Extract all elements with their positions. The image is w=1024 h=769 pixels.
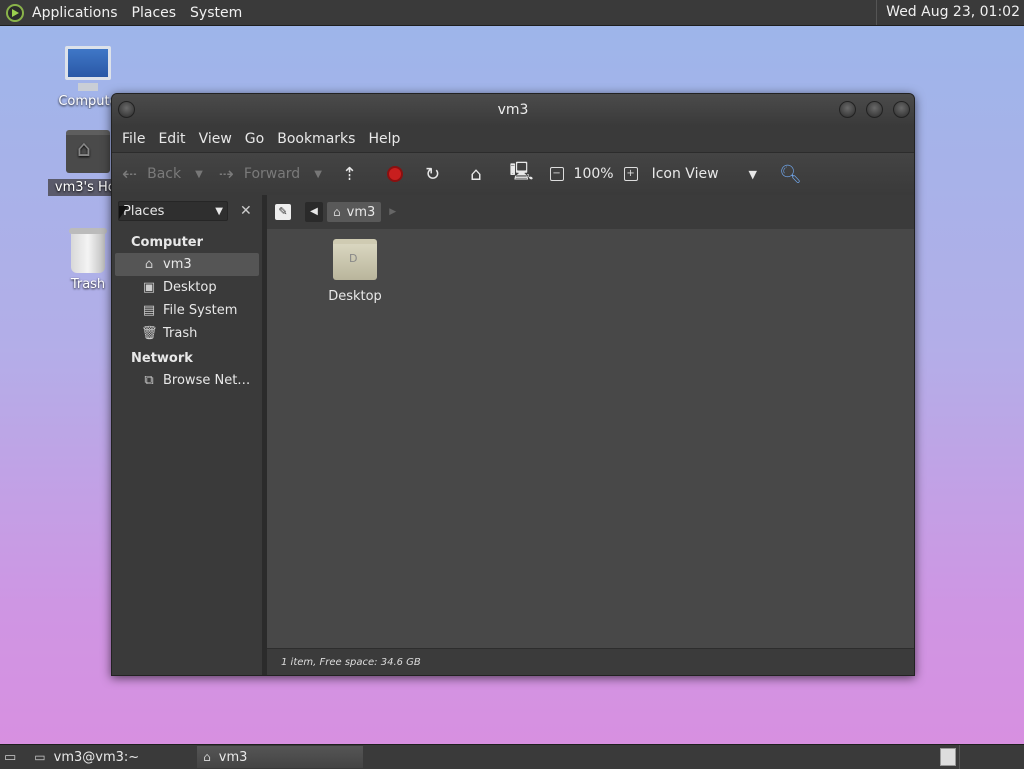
toolbar: ⇠ Back ▼ ⇢ Forward ▼ ⇡ ↻ ⌂ 🖳 − 100% + Ic… <box>112 152 914 196</box>
workspace-switcher-1[interactable] <box>940 748 956 766</box>
sidebar-item-label: Trash <box>163 326 198 341</box>
menu-file[interactable]: File <box>122 131 145 147</box>
taskbar-item-vm3[interactable]: ⌂ vm3 <box>197 746 364 768</box>
sidebar-item-label: vm3 <box>163 257 192 272</box>
up-button[interactable]: ⇡ <box>342 164 367 185</box>
back-button[interactable]: ⇠ Back ▼ <box>122 164 203 185</box>
folder-icon <box>333 239 377 280</box>
forward-history-dropdown-icon[interactable]: ▼ <box>314 169 322 180</box>
stop-icon <box>387 166 403 182</box>
search-button[interactable]: 🔍︎ <box>779 164 802 185</box>
sidebar-item-label: Browse Net… <box>163 373 251 388</box>
computer-icon <box>65 46 111 91</box>
workspace-switcher-2[interactable] <box>959 745 1020 769</box>
home-icon: ⌂ <box>333 205 341 219</box>
path-scroll-right-icon[interactable]: ▶ <box>389 207 396 217</box>
home-icon: ⌂ <box>144 257 154 272</box>
search-icon: 🔍︎ <box>778 163 802 185</box>
terminal-icon: ▭ <box>34 750 46 764</box>
forward-label: Forward <box>243 166 301 182</box>
view-mode-select[interactable]: Icon View ▼ <box>652 166 757 182</box>
trash-icon: 🗑︎ <box>141 326 158 341</box>
sidebar-item-vm3[interactable]: ⌂ vm3 <box>115 253 259 276</box>
menu-places[interactable]: Places <box>132 5 177 21</box>
back-history-dropdown-icon[interactable]: ▼ <box>195 169 203 180</box>
reload-icon: ↻ <box>425 163 441 185</box>
home-folder-icon <box>66 130 110 173</box>
menu-view[interactable]: View <box>199 131 232 147</box>
window-title: vm3 <box>497 102 529 118</box>
maximize-button[interactable] <box>866 101 883 118</box>
sidebar-item-desktop[interactable]: ▣ Desktop <box>112 276 262 299</box>
minimize-button[interactable] <box>839 101 856 118</box>
close-button[interactable] <box>893 101 910 118</box>
taskbar-item-label: vm3@vm3:~ <box>53 749 140 765</box>
file-item-desktop[interactable]: Desktop <box>315 239 395 304</box>
reload-button[interactable]: ↻ <box>425 164 450 185</box>
sidebar-item-file-system[interactable]: ▤ File System <box>112 299 262 322</box>
sidebar-item-label: File System <box>163 303 238 318</box>
taskbar-item-terminal[interactable]: ▭ vm3@vm3:~ <box>28 746 145 768</box>
desktop-icon: ▣ <box>142 280 156 295</box>
sidebar-type-select[interactable]: Places ▼ <box>118 201 228 221</box>
back-arrow-icon: ⇠ <box>122 163 138 185</box>
menu-system[interactable]: System <box>190 5 242 21</box>
file-view: ✎ ◀ ⌂ vm3 ▶ Desktop 1 item, Free space: … <box>267 195 914 675</box>
breadcrumb-label: vm3 <box>346 204 376 220</box>
home-folder-icon: ⌂ <box>203 750 211 764</box>
menu-applications[interactable]: Applications <box>32 5 118 21</box>
network-icon: ⧉ <box>144 373 154 388</box>
menu-bookmarks[interactable]: Bookmarks <box>277 131 355 147</box>
zoom-out-icon: − <box>549 167 564 181</box>
forward-arrow-icon: ⇢ <box>218 163 234 185</box>
up-arrow-icon: ⇡ <box>341 163 357 185</box>
sidebar-type-label: Places <box>123 203 165 219</box>
menu-go[interactable]: Go <box>245 131 264 147</box>
zoom-out-button[interactable]: − <box>549 167 564 181</box>
back-label: Back <box>147 166 182 182</box>
sidebar: Places ▼ ✕ Computer ⌂ vm3 ▣ Desktop ▤ Fi… <box>112 195 262 675</box>
clock[interactable]: Wed Aug 23, 01:02 <box>876 0 1020 25</box>
breadcrumb-vm3[interactable]: ⌂ vm3 <box>327 202 382 222</box>
edit-location-icon[interactable]: ✎ <box>275 204 291 220</box>
zoom-in-button[interactable]: + <box>623 167 638 181</box>
drive-icon: ▤ <box>142 303 156 318</box>
home-button[interactable]: ⌂ <box>470 164 491 185</box>
close-sidebar-icon[interactable]: ✕ <box>240 203 252 219</box>
mouse-cursor-icon <box>119 206 128 219</box>
menu-edit[interactable]: Edit <box>158 131 185 147</box>
stop-button[interactable] <box>387 166 403 182</box>
taskbar-item-label: vm3 <box>218 749 248 765</box>
computer-icon: 🖳 <box>509 161 534 182</box>
file-item-label: Desktop <box>328 289 382 304</box>
chevron-down-icon: ▼ <box>215 205 223 217</box>
view-mode-label: Icon View <box>651 166 719 182</box>
file-manager-window: vm3 File Edit View Go Bookmarks Help ⇠ B… <box>111 93 915 676</box>
bottom-panel: ▭ ▭ vm3@vm3:~ ⌂ vm3 <box>0 744 1024 769</box>
sidebar-header: Places ▼ ✕ <box>112 195 262 227</box>
forward-button[interactable]: ⇢ Forward ▼ <box>219 164 322 185</box>
computer-button[interactable]: 🖳 <box>510 159 544 189</box>
menu-help[interactable]: Help <box>368 131 400 147</box>
path-scroll-left-icon[interactable]: ◀ <box>305 202 323 222</box>
menubar: File Edit View Go Bookmarks Help <box>112 126 914 152</box>
window-titlebar[interactable]: vm3 <box>112 94 914 126</box>
status-bar: 1 item, Free space: 34.6 GB <box>267 648 914 675</box>
window-body: Places ▼ ✕ Computer ⌂ vm3 ▣ Desktop ▤ Fi… <box>112 195 914 675</box>
view-mode-dropdown-icon: ▼ <box>748 167 757 181</box>
distro-logo-icon[interactable] <box>6 3 24 22</box>
path-bar: ✎ ◀ ⌂ vm3 ▶ <box>267 195 914 229</box>
trash-icon <box>69 228 107 273</box>
sidebar-section-computer: Computer <box>131 235 204 250</box>
show-desktop-icon[interactable]: ▭ <box>4 750 16 765</box>
zoom-level: 100% <box>573 166 614 182</box>
sidebar-section-network: Network <box>131 351 193 366</box>
top-panel: Applications Places System Wed Aug 23, 0… <box>0 0 1024 26</box>
sidebar-item-browse-network[interactable]: ⧉ Browse Net… <box>112 369 262 392</box>
sidebar-item-label: Desktop <box>163 280 217 295</box>
sidebar-item-trash[interactable]: 🗑︎ Trash <box>112 322 262 345</box>
home-icon: ⌂ <box>470 163 482 185</box>
zoom-in-icon: + <box>623 167 638 181</box>
